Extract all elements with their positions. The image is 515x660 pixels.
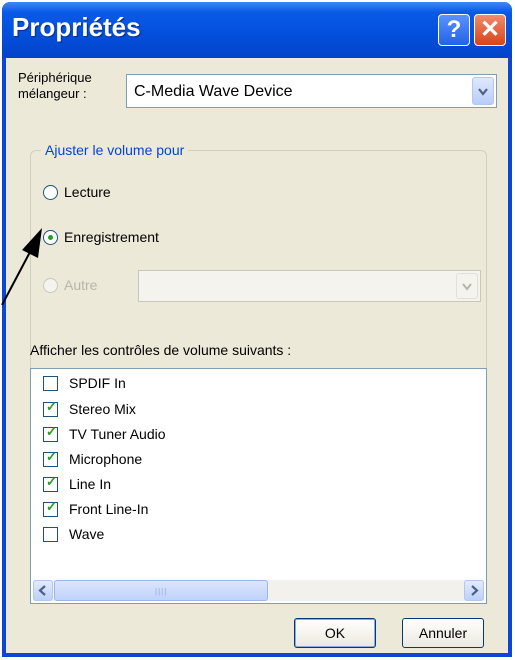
checkbox-label[interactable]: Microphone [69, 451, 142, 467]
mixer-device-select[interactable]: C-Media Wave Device [126, 74, 497, 108]
checkbox-label[interactable]: Front Line-In [69, 501, 148, 517]
radio-autre[interactable] [43, 278, 58, 293]
scroll-right-button[interactable] [464, 580, 484, 601]
radio-enregistrement[interactable] [43, 230, 58, 245]
checkmark-icon: ✓ [46, 399, 57, 414]
checkbox-line-in[interactable]: ✓ [43, 474, 58, 492]
checkbox-label[interactable]: SPDIF In [69, 375, 126, 391]
volume-group-title: Ajuster le volume pour [41, 142, 189, 158]
checkbox-stereo-mix[interactable]: ✓ [43, 399, 58, 417]
mixer-device-label-line1: Périphérique [18, 70, 92, 85]
checkbox-microphone[interactable]: ✓ [43, 449, 58, 467]
properties-dialog: Propriétés ? ✕ Périphérique mélangeur : … [2, 2, 512, 657]
dialog-body: Périphérique mélangeur : C-Media Wave De… [6, 58, 508, 653]
help-icon: ? [446, 16, 462, 43]
radio-autre-label[interactable]: Autre [64, 277, 97, 293]
cancel-button[interactable]: Annuler [402, 618, 484, 648]
checkbox-front-line-in[interactable]: ✓ [43, 499, 58, 517]
chevron-down-icon[interactable] [472, 77, 494, 105]
radio-selected-dot [48, 235, 53, 240]
checkbox-label[interactable]: Wave [69, 526, 104, 542]
window-title: Propriétés [12, 12, 141, 42]
checkbox-label[interactable]: TV Tuner Audio [69, 426, 166, 442]
checkmark-icon: ✓ [46, 449, 57, 464]
close-icon: ✕ [479, 16, 501, 43]
mixer-device-label: Périphérique mélangeur : [18, 70, 92, 102]
chevron-down-icon[interactable] [456, 273, 478, 299]
ok-button[interactable]: OK [294, 618, 376, 648]
checkbox-label[interactable]: Line In [69, 476, 111, 492]
radio-lecture-label[interactable]: Lecture [64, 184, 111, 200]
mixer-device-label-line2: mélangeur : [18, 86, 87, 101]
checkmark-icon: ✓ [46, 499, 57, 514]
arrow-left-icon [38, 585, 46, 596]
grip-icon: |||| [155, 587, 168, 596]
controls-label: Afficher les contrôles de volume suivant… [30, 342, 292, 358]
title-bar[interactable]: Propriétés ? ✕ [2, 2, 512, 58]
scroll-left-button[interactable] [33, 580, 53, 601]
radio-lecture[interactable] [43, 185, 58, 200]
help-button[interactable]: ? [438, 14, 470, 46]
arrow-right-icon [471, 585, 479, 596]
mixer-device-value: C-Media Wave Device [134, 83, 293, 100]
checkbox-tv-tuner-audio[interactable]: ✓ [43, 424, 58, 442]
other-device-select[interactable] [138, 270, 481, 302]
horizontal-scrollbar[interactable]: |||| [33, 580, 484, 601]
checkmark-icon: ✓ [46, 474, 57, 489]
scrollbar-thumb[interactable]: |||| [54, 580, 268, 601]
checkbox-label[interactable]: Stereo Mix [69, 401, 136, 417]
checkmark-icon: ✓ [46, 424, 57, 439]
checkbox-wave[interactable] [43, 527, 58, 542]
controls-listbox[interactable]: SPDIF In ✓ Stereo Mix ✓ TV Tuner Audio ✓… [30, 368, 487, 604]
close-button[interactable]: ✕ [474, 14, 506, 46]
radio-enregistrement-label[interactable]: Enregistrement [64, 229, 159, 245]
checkbox-spdif-in[interactable] [43, 376, 58, 391]
